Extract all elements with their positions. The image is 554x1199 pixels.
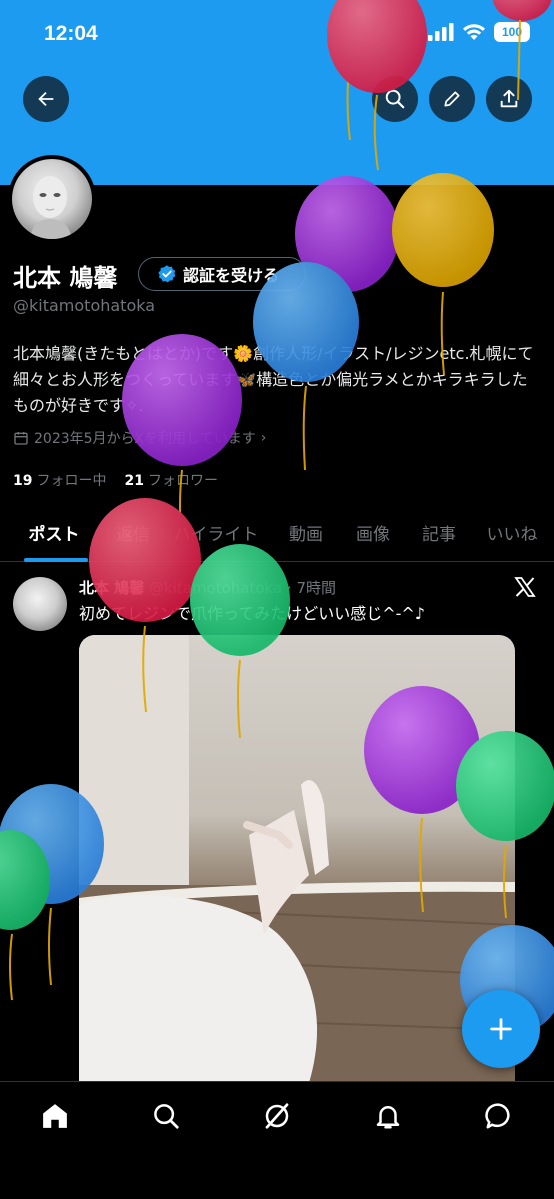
calendar-icon bbox=[14, 432, 28, 445]
nav-grok[interactable] bbox=[257, 1098, 297, 1134]
wifi-icon bbox=[463, 24, 485, 40]
nav-explore[interactable] bbox=[146, 1098, 186, 1134]
following-count: 19 bbox=[13, 473, 33, 489]
bottom-navigation bbox=[0, 1081, 554, 1199]
post-handle: @kitamotohatoka bbox=[149, 579, 283, 597]
joined-text: 2023年5月からXを利用しています bbox=[34, 431, 256, 447]
search-button[interactable] bbox=[372, 76, 418, 122]
share-icon bbox=[500, 89, 518, 108]
post-meta: 北本 鳩馨 @kitamotohatoka · 7時間 bbox=[79, 577, 336, 598]
tab-images[interactable]: 画像 bbox=[338, 510, 408, 561]
post-text: 初めてレジンで爪作ってみたけどいい感じ^-^♪ bbox=[79, 604, 425, 623]
follow-stats: 19 フォロー中 21 フォロワー bbox=[13, 470, 218, 490]
profile-display-name: 北本 鳩馨 bbox=[13, 264, 118, 292]
edit-button[interactable] bbox=[429, 76, 475, 122]
status-bar: 12:04 100 bbox=[0, 0, 554, 70]
joined-date[interactable]: 2023年5月からXを利用しています › bbox=[13, 428, 266, 448]
tab-articles[interactable]: 記事 bbox=[408, 510, 470, 561]
following-link[interactable]: 19 フォロー中 bbox=[13, 470, 106, 490]
tab-posts[interactable]: ポスト bbox=[0, 510, 108, 561]
profile-handle: @kitamotohatoka bbox=[13, 296, 156, 315]
post-avatar[interactable] bbox=[13, 577, 67, 631]
post-time: · 7時間 bbox=[286, 579, 337, 597]
battery-indicator: 100 bbox=[494, 22, 530, 42]
profile-avatar[interactable] bbox=[8, 155, 96, 243]
back-button[interactable] bbox=[23, 76, 69, 122]
tab-likes[interactable]: いいね bbox=[470, 510, 554, 561]
nav-messages[interactable] bbox=[479, 1098, 519, 1134]
active-tab-indicator bbox=[24, 558, 88, 562]
compose-button[interactable] bbox=[462, 990, 540, 1068]
profile-tabs: ポスト 返信 ハイライト 動画 画像 記事 いいね bbox=[0, 510, 554, 562]
status-icons: 100 bbox=[428, 22, 530, 42]
followers-link[interactable]: 21 フォロワー bbox=[124, 470, 217, 490]
message-icon bbox=[485, 1103, 510, 1129]
verified-badge-icon bbox=[158, 265, 176, 283]
search-icon bbox=[154, 1104, 179, 1129]
nav-home[interactable] bbox=[35, 1098, 75, 1134]
tab-highlights[interactable]: ハイライト bbox=[158, 510, 274, 561]
x-logo-icon bbox=[512, 575, 538, 603]
search-icon bbox=[385, 89, 405, 109]
pencil-icon bbox=[444, 91, 460, 107]
tab-replies[interactable]: 返信 bbox=[108, 510, 158, 561]
chevron-right-icon: › bbox=[260, 430, 267, 446]
arrow-left-icon bbox=[38, 91, 54, 107]
avatar-image bbox=[12, 159, 92, 239]
followers-count: 21 bbox=[124, 473, 144, 489]
followers-label: フォロワー bbox=[147, 473, 218, 489]
home-icon bbox=[43, 1104, 67, 1128]
tab-videos[interactable]: 動画 bbox=[274, 510, 338, 561]
get-verified-label: 認証を受ける bbox=[183, 266, 280, 285]
following-label: フォロー中 bbox=[36, 473, 107, 489]
share-button[interactable] bbox=[486, 76, 532, 122]
status-time: 12:04 bbox=[44, 22, 98, 45]
profile-bio: 北本鳩馨(きたもとはとか)です🌼創作人形/イラスト/レジンetc.札幌にて細々と… bbox=[13, 344, 534, 415]
post-author[interactable]: 北本 鳩馨 bbox=[79, 579, 144, 597]
plus-icon bbox=[490, 1018, 512, 1040]
grok-icon bbox=[265, 1103, 289, 1129]
signal-icon bbox=[428, 23, 454, 41]
bell-icon bbox=[376, 1106, 400, 1129]
post-media-image[interactable] bbox=[79, 635, 515, 1083]
nav-notifications[interactable] bbox=[368, 1098, 408, 1134]
get-verified-button[interactable]: 認証を受ける bbox=[138, 257, 306, 291]
